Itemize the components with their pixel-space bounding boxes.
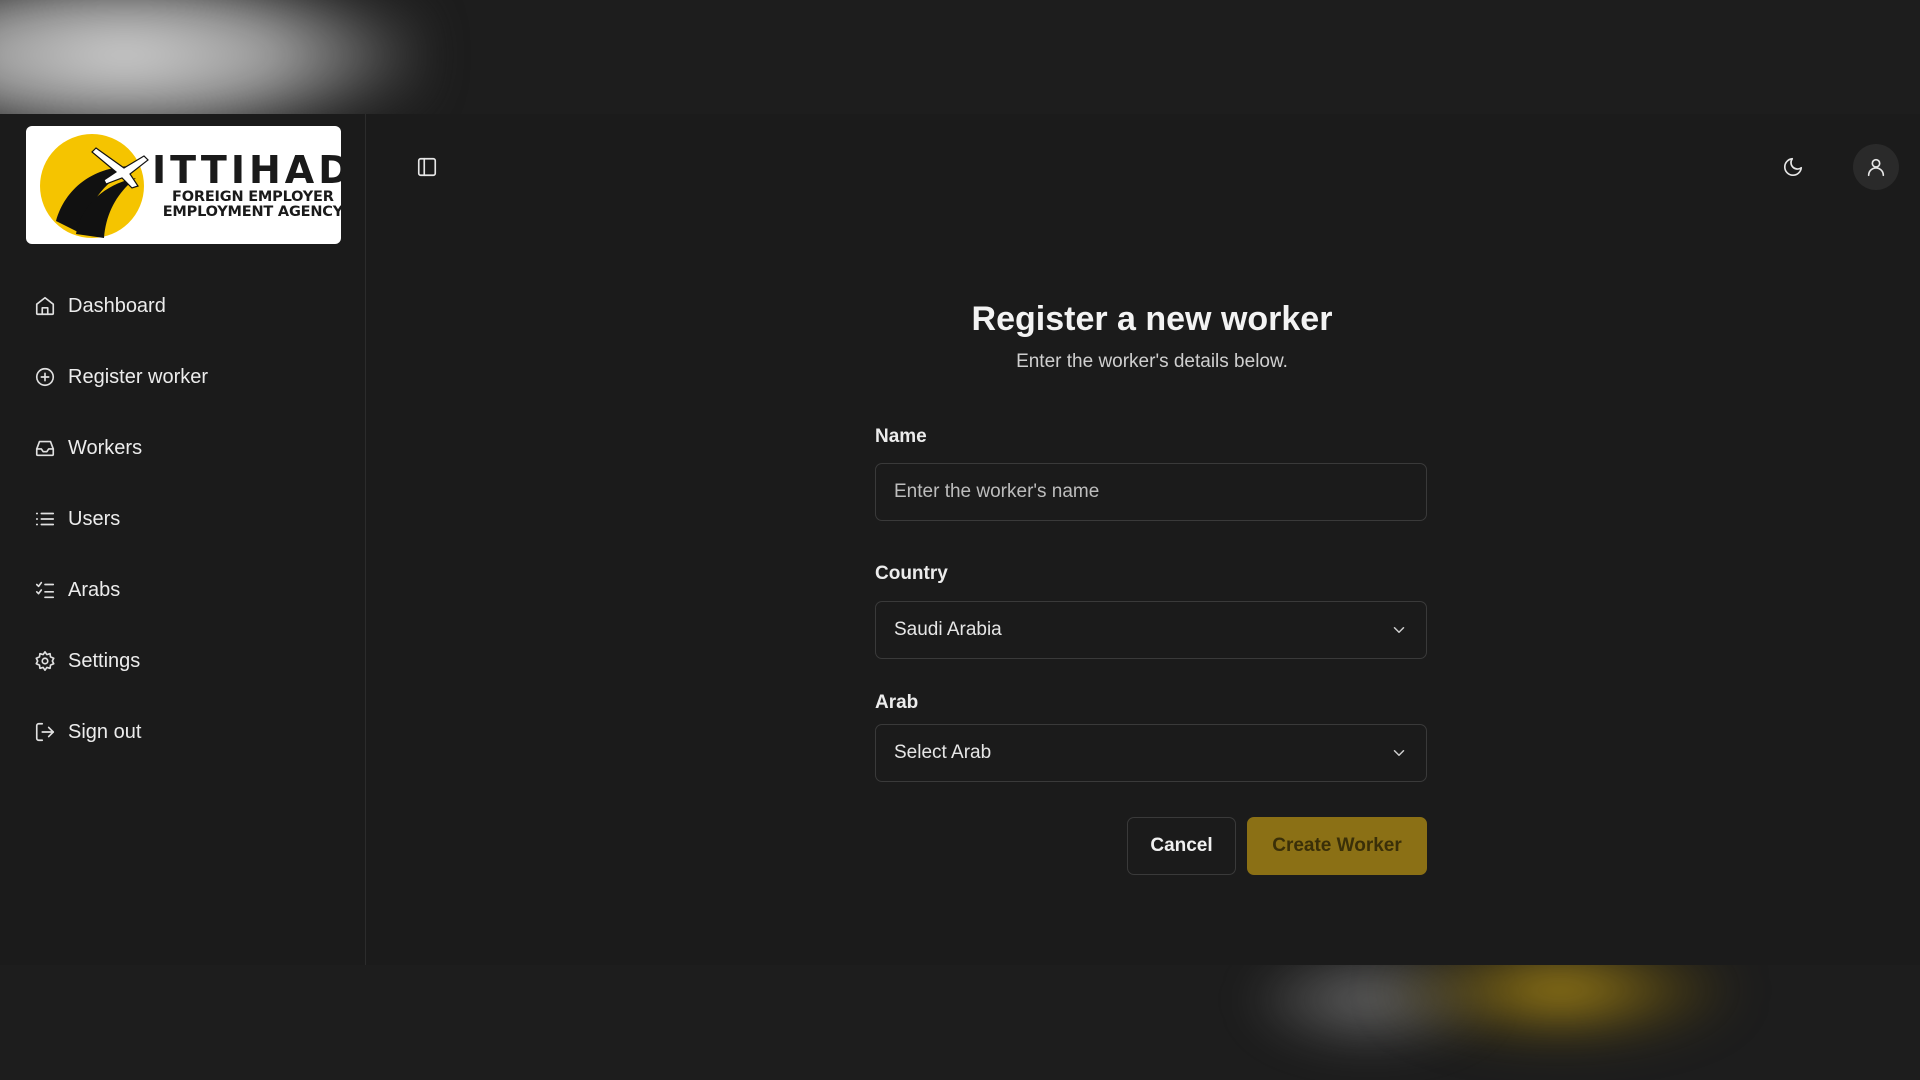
theme-toggle-button[interactable] [1772, 146, 1814, 188]
sidebar-item-sign-out[interactable]: Sign out [0, 710, 366, 754]
blurred-glow-gold [1380, 965, 1740, 1045]
logo-subtitle-line2: EMPLOYMENT AGENCY [162, 204, 341, 220]
arab-label: Arab [875, 692, 919, 713]
name-input[interactable] [875, 463, 1427, 521]
create-worker-button[interactable]: Create Worker [1247, 817, 1427, 875]
sidebar-toggle-icon [417, 157, 437, 177]
page-title: Register a new worker [971, 300, 1333, 338]
form-header: Register a new worker Enter the worker's… [876, 300, 1428, 373]
name-label: Name [875, 426, 927, 447]
sidebar: ITTIHAD FOREIGN EMPLOYER EMPLOYMENT AGEN… [0, 114, 366, 965]
logo-text: ITTIHAD FOREIGN EMPLOYER EMPLOYMENT AGEN… [152, 150, 341, 220]
sidebar-item-label: Arabs [68, 578, 121, 601]
sidebar-item-users[interactable]: Users [0, 497, 366, 541]
user-icon [1867, 158, 1885, 177]
country-select[interactable]: Saudi Arabia [875, 601, 1427, 659]
sidebar-item-arabs[interactable]: Arabs [0, 568, 366, 612]
moon-icon [1783, 157, 1803, 177]
chevron-down-icon [1393, 627, 1405, 633]
sidebar-item-dashboard[interactable]: Dashboard [0, 284, 366, 328]
sidebar-toggle-button[interactable] [406, 146, 448, 188]
blurred-shape [0, 0, 430, 114]
sidebar-item-label: Sign out [68, 720, 142, 743]
sign-out-icon [35, 722, 55, 742]
sidebar-item-label: Workers [68, 436, 143, 459]
blurred-backdrop-bottom [0, 965, 1920, 1080]
sidebar-item-label: Users [68, 507, 121, 530]
sidebar-item-label: Register worker [68, 365, 209, 388]
logo-mark-icon [40, 134, 149, 238]
chevron-down-icon [1393, 750, 1405, 756]
logo-subtitle-line1: FOREIGN EMPLOYER [172, 189, 334, 205]
main-content: Register a new worker Enter the worker's… [366, 114, 1920, 965]
page-subtitle: Enter the worker's details below. [1016, 351, 1288, 372]
sidebar-item-settings[interactable]: Settings [0, 639, 366, 683]
country-label: Country [875, 563, 948, 584]
user-menu-button[interactable] [1853, 144, 1899, 190]
sidebar-item-register-worker[interactable]: Register worker [0, 355, 366, 399]
company-logo[interactable]: ITTIHAD FOREIGN EMPLOYER EMPLOYMENT AGEN… [26, 126, 341, 244]
gear-icon [35, 651, 55, 671]
app-window: ITTIHAD FOREIGN EMPLOYER EMPLOYMENT AGEN… [0, 114, 1920, 965]
country-select-value: Saudi Arabia [894, 619, 1002, 640]
sidebar-item-label: Settings [68, 649, 141, 672]
sidebar-nav: Dashboard Register worker Workers Users … [0, 284, 366, 781]
blurred-backdrop-top [0, 0, 1920, 114]
sidebar-item-label: Dashboard [68, 294, 166, 317]
home-icon [35, 296, 55, 316]
list-checks-icon [35, 581, 55, 599]
logo-title: ITTIHAD [152, 148, 341, 192]
arab-select-value: Select Arab [894, 742, 992, 763]
list-icon [35, 512, 55, 526]
cancel-button[interactable]: Cancel [1127, 817, 1236, 875]
inbox-icon [35, 440, 55, 457]
plus-circle-icon [35, 367, 55, 387]
arab-select[interactable]: Select Arab [875, 724, 1427, 782]
sidebar-item-workers[interactable]: Workers [0, 426, 366, 470]
